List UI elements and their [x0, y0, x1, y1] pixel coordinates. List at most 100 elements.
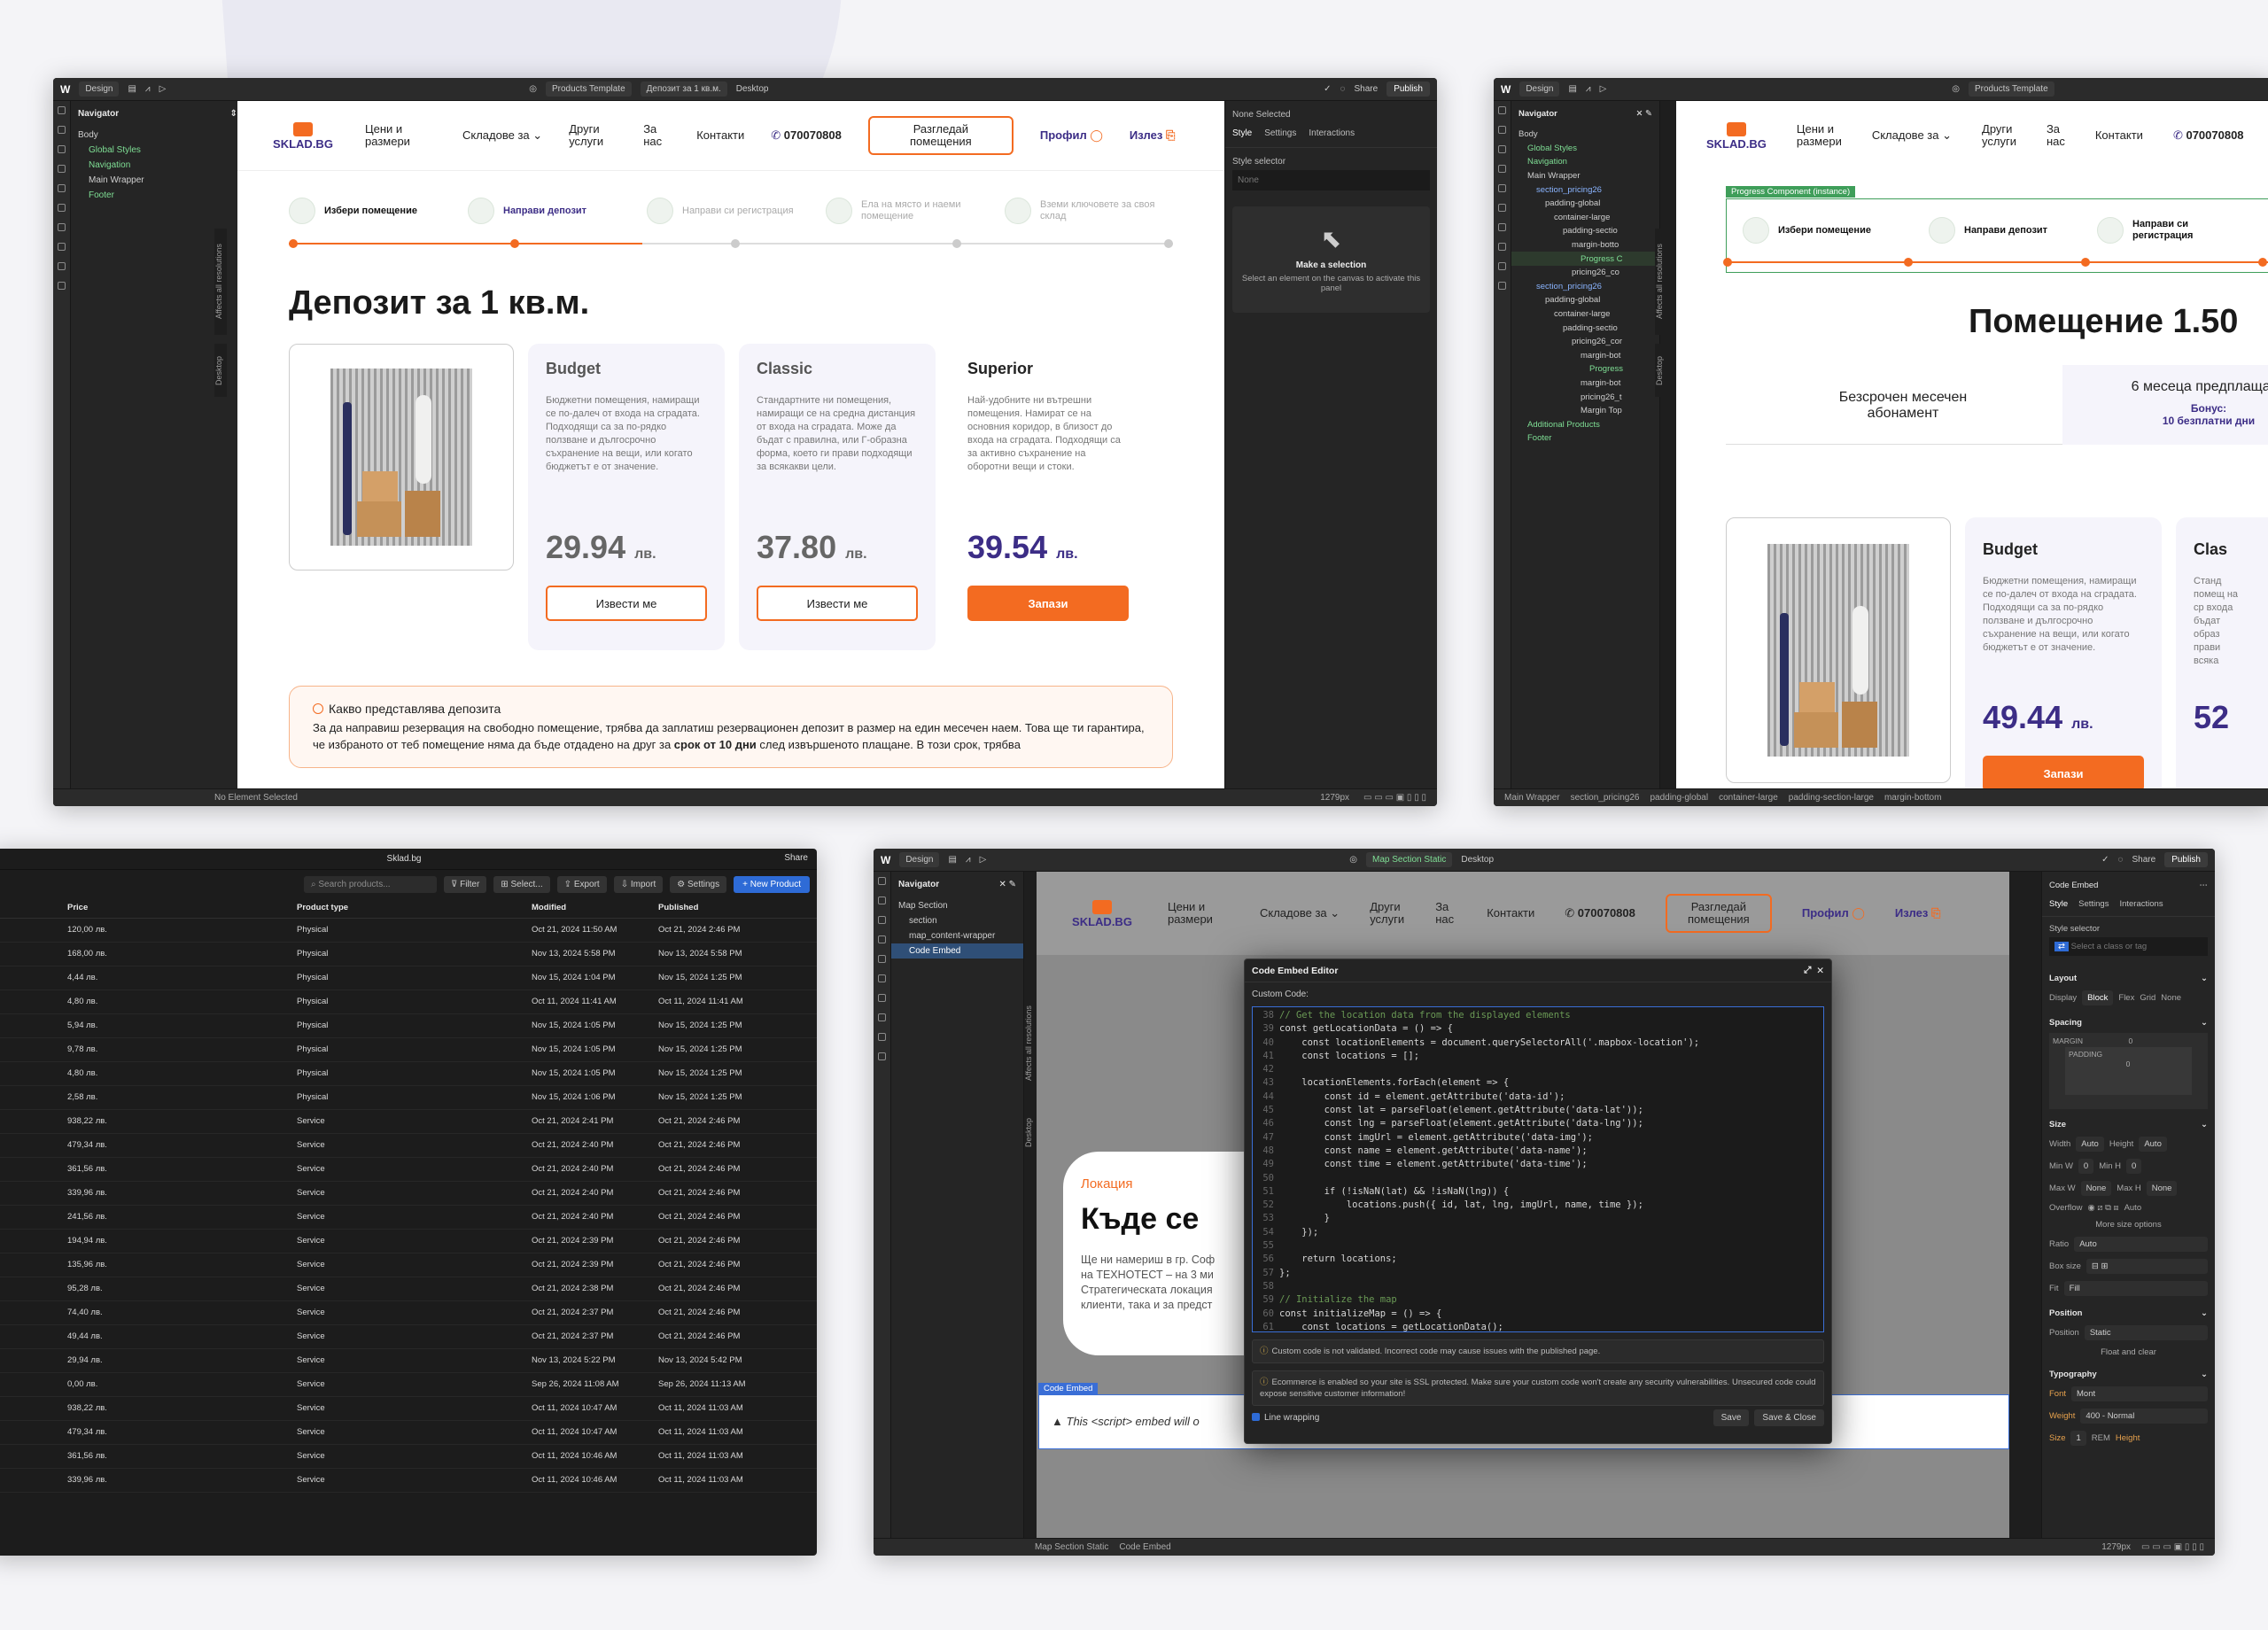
sklad-logo[interactable]: SKLAD.BG [1706, 121, 1767, 150]
assets-icon[interactable] [878, 994, 886, 1002]
share-button[interactable]: Share [1355, 84, 1379, 94]
publish-button[interactable]: Publish [2164, 852, 2208, 867]
navigator-icon[interactable] [58, 145, 66, 153]
variables-icon[interactable] [58, 204, 66, 212]
browse-units-button[interactable]: Разгледай помещения [1665, 894, 1772, 933]
tab-style[interactable]: Style [2049, 899, 2068, 909]
cms-icon[interactable]: ▤ [1568, 84, 1576, 94]
display-grid[interactable]: Grid [2140, 993, 2155, 1003]
nav-footer[interactable]: Footer [1511, 431, 1659, 446]
design-canvas[interactable]: SKLAD.BG Цени и размери Складове за ⌄ Др… [1676, 101, 2268, 788]
menu-prices[interactable]: Цени и размери [1797, 123, 1842, 148]
ecommerce-icon[interactable] [878, 1033, 886, 1041]
display-block[interactable]: Block [2082, 990, 2114, 1005]
globe-icon[interactable]: ◎ [529, 84, 537, 94]
weight-select[interactable]: 400 - Normal [2080, 1409, 2208, 1424]
tab-interactions[interactable]: Interactions [2119, 899, 2163, 909]
crumb[interactable]: Main Wrapper [1504, 793, 1560, 803]
nav-progress-component[interactable]: Progress C [1511, 252, 1659, 266]
apps-icon[interactable] [1498, 282, 1506, 290]
ecommerce-icon[interactable] [58, 262, 66, 270]
device-icons[interactable]: ▭ ▭ ▭ ▣ ▯ ▯ ▯ [1363, 793, 1426, 803]
profile-link[interactable]: Профил ◯ [1802, 906, 1865, 920]
width-input[interactable]: Auto [2076, 1137, 2104, 1152]
cms-icon[interactable] [1498, 243, 1506, 251]
step-choose[interactable]: Избери помещение [289, 198, 448, 224]
code-embed-label[interactable]: Code Embed [1038, 1383, 1099, 1394]
nav-section[interactable]: section_pricing26 [1511, 280, 1659, 294]
styles-icon[interactable] [58, 184, 66, 192]
margin-top-value[interactable]: 0 [2129, 1036, 2133, 1045]
globe-icon[interactable]: ◎ [1349, 855, 1357, 865]
font-select[interactable]: Mont [2071, 1386, 2208, 1401]
add-icon[interactable] [58, 106, 66, 114]
table-row[interactable]: 361,56 лв. Service Oct 21, 2024 2:40 PM Oct… [0, 1157, 817, 1182]
padding-top-value[interactable]: 0 [2126, 1060, 2131, 1068]
nav-padding-global[interactable]: padding-global [1511, 293, 1659, 307]
search-input[interactable]: ⌕ Search products... [303, 875, 437, 893]
fit-select[interactable]: Fill [2063, 1281, 2208, 1296]
design-canvas[interactable]: SKLAD.BG Цени и размери Складове за ⌄ Др… [237, 101, 1224, 788]
menu-warehouses[interactable]: Складове за ⌄ [1872, 129, 1952, 142]
nav-padding-global[interactable]: padding-global [1511, 197, 1659, 211]
import-button[interactable]: ⇩ Import [613, 875, 664, 893]
line-wrapping-checkbox[interactable]: Line wrapping [1252, 1413, 1319, 1423]
add-icon[interactable] [878, 877, 886, 885]
notify-button[interactable]: Извести ме [546, 586, 707, 621]
apps-icon[interactable] [878, 1052, 886, 1060]
add-icon[interactable] [1498, 106, 1506, 114]
display-none[interactable]: None [2161, 993, 2181, 1003]
assets-icon[interactable] [1498, 223, 1506, 231]
max-width-input[interactable]: None [2080, 1181, 2112, 1196]
new-product-button[interactable]: + New Product [734, 875, 810, 893]
menu-about[interactable]: За нас [1435, 901, 1456, 926]
menu-prices[interactable]: Цени и размери [1168, 901, 1230, 926]
pages-icon[interactable] [878, 896, 886, 904]
nav-body[interactable]: Body [71, 128, 254, 143]
crumb[interactable]: padding-global [1650, 793, 1708, 803]
nav-main-wrapper[interactable]: Main Wrapper [71, 173, 254, 188]
float-clear-options[interactable]: Float and clear [2042, 1344, 2215, 1361]
nav-container[interactable]: container-large [1511, 307, 1659, 322]
save-button[interactable]: Save [1713, 1409, 1750, 1426]
assets-icon[interactable] [58, 223, 66, 231]
display-flex[interactable]: Flex [2118, 993, 2134, 1003]
desktop-breakpoint[interactable]: Desktop [736, 84, 769, 94]
menu-prices[interactable]: Цени и размери [365, 123, 436, 148]
page-tab-products-template[interactable]: Products Template [546, 82, 632, 97]
apps-icon[interactable] [58, 282, 66, 290]
globe-icon[interactable]: ◎ [1952, 84, 1960, 94]
cms-icon[interactable]: ▤ [948, 855, 956, 865]
phone-link[interactable]: ✆ 070070808 [2173, 128, 2244, 143]
filter-button[interactable]: ⊽ Filter [443, 875, 487, 893]
table-row[interactable]: 938,22 лв. Service Oct 21, 2024 2:41 PM Oct… [0, 1109, 817, 1134]
chart-icon[interactable]: ⩘ [1586, 84, 1591, 94]
sklad-logo[interactable]: SKLAD.BG [1067, 899, 1138, 928]
design-mode-button[interactable]: Design [79, 82, 120, 97]
nav-section[interactable]: section_pricing26 [1511, 182, 1659, 197]
step-deposit[interactable]: Направи депозит [1929, 217, 2070, 244]
cms-icon[interactable] [878, 1013, 886, 1021]
nav-margin-bottom[interactable]: margin-bot [1511, 349, 1659, 363]
browse-units-button[interactable]: Разгледай помещения [867, 116, 1014, 155]
share-button[interactable]: Share [2132, 855, 2156, 865]
step-register[interactable]: Направи си регистрация [647, 198, 806, 224]
nav-main-wrapper[interactable]: Main Wrapper [1511, 169, 1659, 183]
position-select[interactable]: Static [2084, 1325, 2208, 1340]
table-row[interactable]: 2,58 лв. Physical Nov 15, 2024 1:06 PM Nov … [0, 1085, 817, 1110]
table-row[interactable]: 479,34 лв. Service Oct 21, 2024 2:40 PM Oct… [0, 1133, 817, 1158]
ratio-select[interactable]: Auto [2074, 1237, 2208, 1252]
menu-warehouses[interactable]: Складове за ⌄ [1260, 907, 1340, 920]
table-row[interactable]: 0,00 лв. Service Sep 26, 2024 11:08 AM Sep … [0, 1372, 817, 1397]
menu-about[interactable]: За нас [2047, 123, 2065, 148]
sklad-logo[interactable]: SKLAD.BG [268, 121, 338, 150]
nav-map-section[interactable]: Map Section [891, 898, 1023, 913]
nav-global-styles[interactable]: Global Styles [71, 143, 254, 158]
reserve-button[interactable]: Запази [1983, 756, 2144, 788]
publish-button[interactable]: Publish [1386, 82, 1430, 97]
step-deposit[interactable]: Направи депозит [468, 198, 627, 224]
table-row[interactable]: 4,80 лв. Physical Oct 11, 2024 11:41 AM Oct… [0, 990, 817, 1014]
crumb[interactable]: Code Embed [1119, 1542, 1170, 1552]
tab-settings[interactable]: Settings [2078, 899, 2109, 909]
menu-services[interactable]: Други услуги [1370, 901, 1405, 926]
